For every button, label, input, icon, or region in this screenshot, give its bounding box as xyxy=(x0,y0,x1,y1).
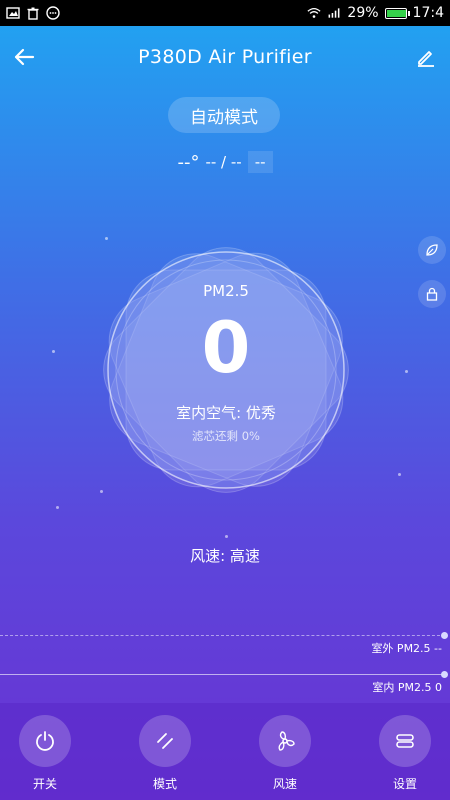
trash-icon xyxy=(26,6,40,20)
pm25-label: PM2.5 xyxy=(203,282,249,300)
mode-button[interactable] xyxy=(139,715,191,767)
temperature-value: --° xyxy=(177,151,200,173)
settings-label: 设置 xyxy=(392,777,417,791)
bottom-control-bar: 开关 模式 风速 设置 xyxy=(0,703,450,800)
sparkle-dot xyxy=(398,473,401,476)
indoor-pm25-label: 室内 PM2.5 0 xyxy=(372,681,442,694)
humidity-value: -- xyxy=(247,151,273,173)
sparkle-dot xyxy=(56,506,59,509)
settings-control[interactable]: 设置 xyxy=(365,715,445,792)
signal-icon xyxy=(327,6,341,20)
fan-speed-button[interactable] xyxy=(259,715,311,767)
outdoor-pm25-line xyxy=(0,632,448,639)
gauge-center: PM2.5 0 室内空气: 优秀 滤芯还剩 0% xyxy=(76,220,376,520)
mode-icon xyxy=(157,733,173,749)
mode-control[interactable]: 模式 xyxy=(125,715,205,792)
battery-percent: 29% xyxy=(347,5,379,21)
power-icon xyxy=(36,731,54,751)
leaf-icon xyxy=(426,244,438,256)
lock-icon xyxy=(426,287,438,301)
back-button[interactable] xyxy=(8,41,40,73)
sparkle-dot xyxy=(225,535,228,538)
pm25-value: 0 xyxy=(201,307,251,389)
page-title: P380D Air Purifier xyxy=(138,46,312,68)
sparkle-dot xyxy=(405,370,408,373)
led-toggle-button[interactable] xyxy=(418,236,446,264)
settings-icon xyxy=(396,734,414,748)
message-icon xyxy=(46,6,60,20)
mode-label: 模式 xyxy=(152,777,177,791)
wifi-icon xyxy=(307,6,321,20)
fan-icon xyxy=(278,731,295,751)
arrow-left-icon xyxy=(14,48,35,66)
power-button[interactable] xyxy=(19,715,71,767)
pencil-icon xyxy=(418,51,434,67)
line-endpoint xyxy=(441,671,448,678)
power-control[interactable]: 开关 xyxy=(5,715,85,792)
mode-indicator[interactable]: 自动模式 xyxy=(168,97,280,133)
filter-remaining: 滤芯还剩 0% xyxy=(192,429,260,443)
temperature-range: -- / -- xyxy=(205,153,242,171)
fan-speed-status: 风速: 高速 xyxy=(190,547,260,565)
clock: 17:4 xyxy=(412,5,444,21)
child-lock-button[interactable] xyxy=(418,280,446,308)
status-bar: 29% 17:4 xyxy=(0,0,450,26)
sparkle-dot xyxy=(52,350,55,353)
image-icon xyxy=(6,6,20,20)
line-endpoint xyxy=(441,632,448,639)
power-label: 开关 xyxy=(32,777,57,791)
indoor-pm25-line xyxy=(0,671,448,678)
edit-button[interactable] xyxy=(410,41,442,73)
settings-button[interactable] xyxy=(379,715,431,767)
battery-icon xyxy=(384,7,410,19)
temperature-humidity-row: --° -- / -- -- xyxy=(0,148,450,176)
air-quality-gauge: PM2.5 0 室内空气: 优秀 滤芯还剩 0% xyxy=(76,220,376,520)
fan-speed-label: 风速 xyxy=(272,777,297,791)
fan-speed-control[interactable]: 风速 xyxy=(245,715,325,792)
indoor-air-quality: 室内空气: 优秀 xyxy=(176,404,276,422)
outdoor-pm25-label: 室外 PM2.5 -- xyxy=(371,642,442,655)
app-header: P380D Air Purifier xyxy=(0,26,450,88)
